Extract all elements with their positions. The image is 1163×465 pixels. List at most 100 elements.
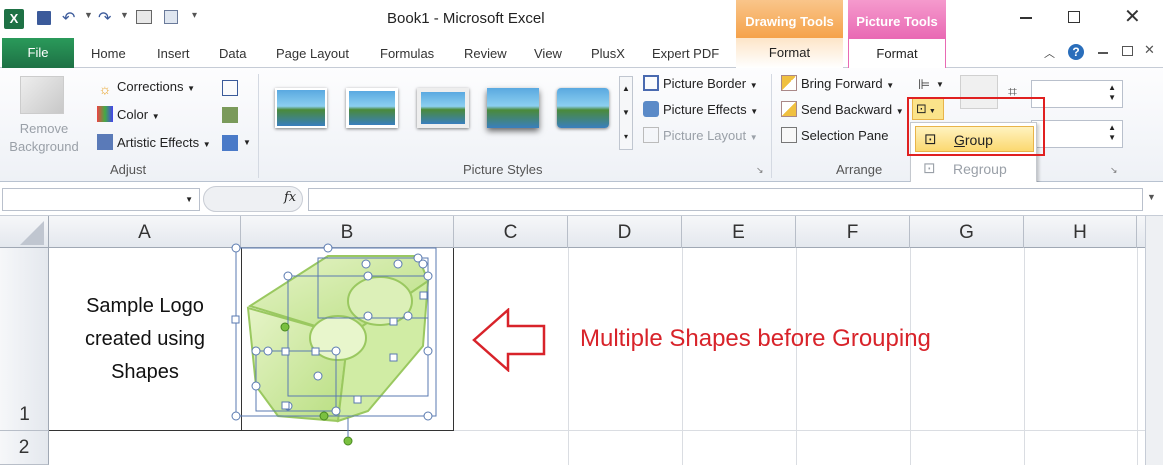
undo-dropdown-icon[interactable]: ▼	[84, 10, 93, 20]
customize-qat-icon[interactable]: ▾	[192, 10, 197, 21]
group-label-picture-styles: Picture Styles	[463, 162, 543, 177]
compress-pictures-icon[interactable]	[222, 80, 238, 96]
tab-expert-pdf[interactable]: Expert PDF	[652, 46, 719, 61]
picture-effects-icon	[643, 101, 659, 117]
separator	[258, 74, 259, 178]
menu-item-regroup[interactable]: ⊡ Regroup	[915, 156, 1034, 182]
row-header-1[interactable]: 1	[0, 248, 49, 431]
gallery-scroll[interactable]: ▲ ▼ ▾	[619, 76, 633, 150]
size-dialog-launcher-icon[interactable]: ↘	[1110, 165, 1118, 176]
remove-background-button[interactable]: Remove Background	[7, 120, 81, 156]
picture-border-button[interactable]: Picture Border ▼	[643, 75, 758, 95]
picture-style-thumb-4[interactable]	[487, 88, 539, 128]
artistic-effects-button[interactable]: Artistic Effects ▼	[97, 134, 211, 154]
bring-forward-button[interactable]: Bring Forward ▼	[781, 75, 894, 95]
group-label-adjust: Adjust	[110, 162, 147, 177]
column-header-g[interactable]: G	[910, 216, 1024, 248]
window-close-icon[interactable]: ✕	[1144, 42, 1155, 58]
artistic-label: Artistic Effects	[117, 135, 200, 150]
save-icon[interactable]	[37, 11, 51, 25]
artistic-effects-icon	[97, 134, 113, 150]
change-picture-icon[interactable]	[222, 107, 238, 123]
redo-dropdown-icon[interactable]: ▼	[120, 10, 129, 20]
formula-input[interactable]	[308, 188, 1143, 211]
window-title: Book1 - Microsoft Excel	[387, 10, 545, 27]
tab-insert[interactable]: Insert	[157, 46, 190, 61]
close-button[interactable]: ✕	[1124, 4, 1141, 29]
selection-pane-label: Selection Pane	[801, 128, 889, 143]
tab-data[interactable]: Data	[219, 46, 246, 61]
tab-formulas[interactable]: Formulas	[380, 46, 434, 61]
row-header-2[interactable]: 2	[0, 431, 49, 465]
minimize-ribbon-icon[interactable]: ︿	[1044, 45, 1055, 61]
tab-picture-format[interactable]: Format	[848, 38, 946, 68]
select-all-corner[interactable]	[0, 216, 49, 248]
fx-icon[interactable]: fx	[284, 190, 296, 205]
minimize-button[interactable]	[1020, 17, 1032, 19]
cell-a1-line1: Sample Logo	[86, 294, 204, 317]
column-header-d[interactable]: D	[568, 216, 682, 248]
gridline	[796, 248, 797, 465]
redo-icon[interactable]: ↷	[98, 8, 111, 28]
group-label-arrange: Arrange	[836, 162, 883, 177]
column-header-c[interactable]: C	[454, 216, 568, 248]
picture-effects-button[interactable]: Picture Effects ▼	[643, 101, 758, 121]
window-minimize-icon[interactable]	[1098, 52, 1108, 54]
tab-plusx[interactable]: PlusX	[591, 46, 625, 61]
column-header-h[interactable]: H	[1024, 216, 1137, 248]
reset-picture-icon[interactable]	[222, 135, 238, 151]
tab-view[interactable]: View	[534, 46, 562, 61]
remove-background-icon[interactable]	[20, 76, 64, 114]
gridline	[1024, 248, 1025, 465]
quick-access-icon[interactable]	[164, 10, 178, 24]
cell-a1[interactable]: Sample Logo created using Shapes	[49, 248, 242, 431]
tab-page-layout[interactable]: Page Layout	[276, 46, 349, 61]
color-button[interactable]: Color ▼	[97, 106, 160, 126]
column-headers: A B C D E F G H	[0, 216, 1163, 465]
corrections-icon: ☼	[98, 81, 112, 97]
print-preview-icon[interactable]	[136, 10, 152, 24]
column-header-e[interactable]: E	[682, 216, 796, 248]
cell-a1-line3: Shapes	[111, 360, 179, 383]
column-header-f[interactable]: F	[796, 216, 910, 248]
tab-review[interactable]: Review	[464, 46, 507, 61]
picture-style-thumb-5[interactable]	[557, 88, 609, 128]
tab-file[interactable]: File	[2, 38, 74, 68]
expand-formula-icon[interactable]: ▼	[1147, 192, 1156, 202]
chevron-down-icon: ▼	[886, 81, 895, 90]
reset-dropdown-icon[interactable]: ▼	[243, 138, 251, 147]
tab-drawing-format[interactable]: Format	[736, 38, 843, 68]
spinner-arrows-icon: ▲ ▼	[1108, 83, 1116, 102]
remove-label-line2: Background	[9, 139, 79, 154]
excel-logo-icon[interactable]: X	[4, 9, 24, 29]
window-restore-icon[interactable]	[1122, 46, 1133, 56]
chevron-down-icon: ▼	[749, 81, 758, 90]
selection-pane-icon	[781, 127, 797, 143]
vertical-scrollbar[interactable]	[1145, 216, 1163, 465]
picture-layout-label: Picture Layout	[663, 128, 747, 143]
send-backward-button[interactable]: Send Backward ▼	[781, 101, 904, 121]
send-backward-label: Send Backward	[801, 102, 893, 117]
tab-home[interactable]: Home	[91, 46, 126, 61]
annotation-text: Multiple Shapes before Grouping	[580, 325, 931, 352]
picture-layout-button[interactable]: Picture Layout ▼	[643, 127, 758, 147]
undo-icon[interactable]: ↶	[62, 8, 75, 28]
logo-shapes[interactable]	[228, 236, 448, 458]
dialog-launcher-icon[interactable]: ↘	[756, 165, 764, 176]
bring-forward-label: Bring Forward	[801, 76, 883, 91]
chevron-down-icon: ▼	[895, 107, 904, 116]
arrow-left-icon	[472, 308, 546, 372]
picture-style-thumb-3[interactable]	[417, 88, 469, 128]
picture-style-thumb-2[interactable]	[346, 88, 398, 128]
picture-style-thumb-1[interactable]	[275, 88, 327, 128]
name-box[interactable]: ▼	[2, 188, 200, 211]
selection-pane-button[interactable]: Selection Pane	[781, 127, 888, 145]
maximize-button[interactable]	[1068, 11, 1080, 23]
column-header-a[interactable]: A	[49, 216, 241, 248]
chevron-down-icon: ▼	[187, 84, 196, 93]
align-icon[interactable]: ⊫	[918, 76, 930, 93]
row-1-label: 1	[19, 404, 30, 425]
help-icon[interactable]: ?	[1068, 44, 1084, 60]
align-dropdown-icon[interactable]: ▼	[936, 80, 944, 89]
corrections-button[interactable]: ☼ Corrections ▼	[97, 78, 195, 98]
